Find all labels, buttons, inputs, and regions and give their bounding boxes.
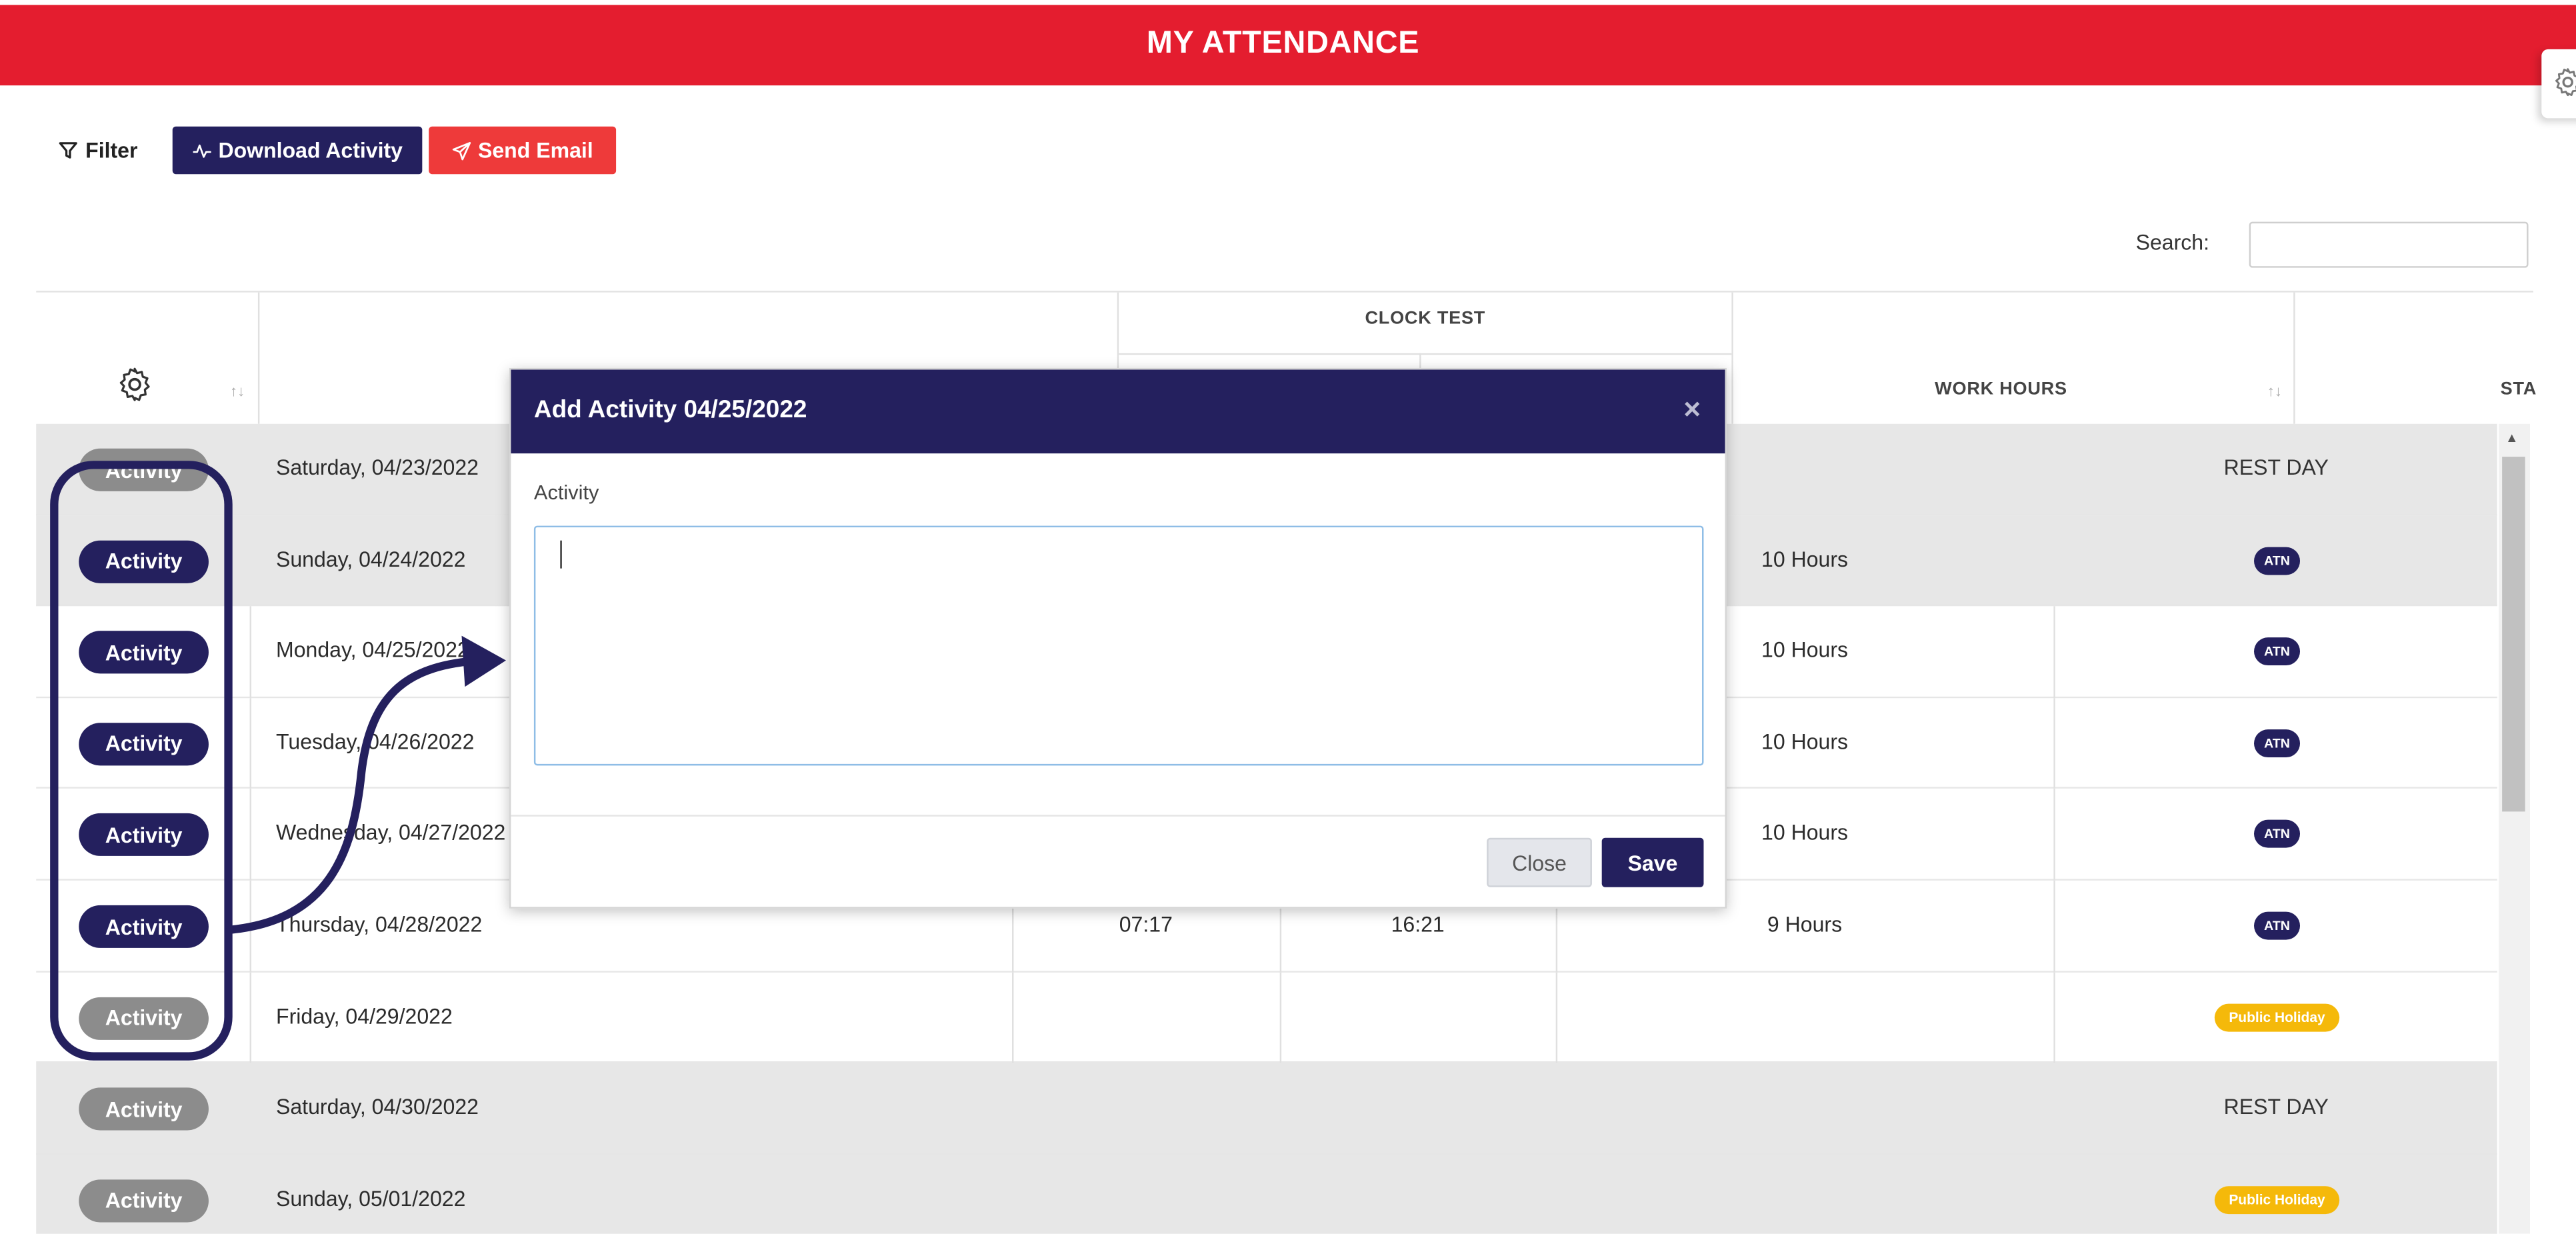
cell-divider — [249, 789, 252, 881]
cell-divider — [249, 971, 252, 1063]
text-cursor — [560, 540, 562, 569]
status-text: REST DAY — [2223, 1094, 2329, 1119]
status-badge: ATN — [2254, 729, 2301, 757]
date-cell: Wednesday, 04/27/2022 — [276, 820, 506, 845]
activity-button[interactable]: Activity — [79, 722, 209, 765]
search-input[interactable] — [2249, 221, 2529, 268]
modal-footer-divider — [511, 815, 1725, 817]
status-badge: ATN — [2254, 820, 2301, 849]
activity-button[interactable]: Activity — [79, 1087, 209, 1131]
date-cell: Saturday, 04/30/2022 — [276, 1094, 479, 1119]
date-cell: Friday, 04/29/2022 — [276, 1003, 453, 1028]
search-label: Search: — [2135, 230, 2210, 255]
date-cell: Saturday, 04/23/2022 — [276, 455, 479, 480]
sort-icon[interactable]: ↑↓ — [230, 383, 245, 399]
filter-button[interactable]: Filter — [57, 127, 149, 174]
cell-divider — [249, 697, 252, 789]
cell-divider — [249, 606, 252, 698]
date-cell: Monday, 04/25/2022 — [276, 637, 469, 663]
scrollbar-thumb[interactable] — [2502, 457, 2525, 812]
header-subdivider — [1119, 353, 1732, 355]
status-text: REST DAY — [2223, 455, 2329, 480]
activity-button[interactable]: Activity — [79, 539, 209, 583]
gear-icon — [2555, 68, 2576, 97]
download-activity-button[interactable]: Download Activity — [172, 126, 423, 175]
activity-button[interactable]: Activity — [79, 448, 209, 491]
header-divider — [1419, 353, 1421, 370]
activity-button[interactable]: Activity — [79, 813, 209, 857]
status-badge: ATN — [2254, 911, 2301, 940]
close-icon[interactable]: × — [1676, 389, 1709, 429]
send-email-button[interactable]: Send Email — [429, 126, 617, 175]
date-cell: Sunday, 05/01/2022 — [276, 1185, 466, 1211]
cell-divider — [2053, 880, 2055, 972]
send-icon — [452, 141, 471, 160]
work-hours-header[interactable]: WORK HOURS — [1733, 379, 2269, 399]
clock-out-cell: 16:21 — [1391, 911, 1445, 937]
cell-divider — [2053, 789, 2055, 881]
header-divider — [257, 292, 260, 424]
activity-button[interactable]: Activity — [79, 1179, 209, 1222]
holiday-badge: Public Holiday — [2214, 1185, 2340, 1214]
sort-icon[interactable]: ↑↓ — [2267, 383, 2282, 399]
date-cell: Tuesday, 04/26/2022 — [276, 729, 475, 754]
filter-label: Filter — [85, 138, 138, 163]
date-cell: Sunday, 04/24/2022 — [276, 546, 466, 571]
close-button[interactable]: Close — [1487, 837, 1592, 887]
activity-textarea[interactable] — [533, 525, 1704, 766]
cell-divider — [2053, 971, 2055, 1063]
status-badge: ATN — [2254, 637, 2301, 666]
status-badge: ATN — [2254, 546, 2301, 575]
filter-icon — [59, 142, 77, 159]
clock-test-header: CLOCK TEST — [1365, 309, 1486, 329]
page-title: MY ATTENDANCE — [1146, 26, 1420, 61]
cell-divider — [2053, 606, 2055, 698]
download-activity-label: Download Activity — [218, 138, 403, 163]
activity-button[interactable]: Activity — [79, 905, 209, 948]
clock-in-cell: 07:17 — [1119, 911, 1173, 937]
cell-divider — [1279, 971, 1282, 1063]
scroll-up-arrow[interactable]: ▲ — [2505, 431, 2519, 445]
holiday-badge: Public Holiday — [2214, 1003, 2340, 1031]
date-cell: Thursday, 04/28/2022 — [276, 911, 483, 937]
side-settings-tab[interactable] — [2541, 49, 2576, 119]
cell-divider — [249, 880, 252, 972]
header-divider — [1731, 292, 1733, 424]
gear-icon — [119, 367, 150, 401]
work-hours-cell: 9 Hours — [1767, 911, 1843, 937]
cell-divider — [2053, 697, 2055, 789]
cell-divider — [1012, 971, 1014, 1063]
add-activity-modal: Add Activity 04/25/2022 × Activity Close… — [509, 368, 1727, 909]
activity-pulse-icon — [193, 143, 211, 157]
header-divider — [2293, 292, 2295, 424]
activity-button[interactable]: Activity — [79, 996, 209, 1039]
settings-column-header[interactable] — [115, 365, 155, 412]
cell-divider — [1555, 971, 1558, 1063]
status-header[interactable]: STA — [2501, 379, 2537, 399]
modal-title: Add Activity 04/25/2022 — [533, 395, 807, 424]
activity-button[interactable]: Activity — [79, 631, 209, 674]
save-button[interactable]: Save — [1601, 837, 1704, 887]
activity-field-label: Activity — [533, 481, 599, 505]
send-email-label: Send Email — [477, 138, 593, 163]
